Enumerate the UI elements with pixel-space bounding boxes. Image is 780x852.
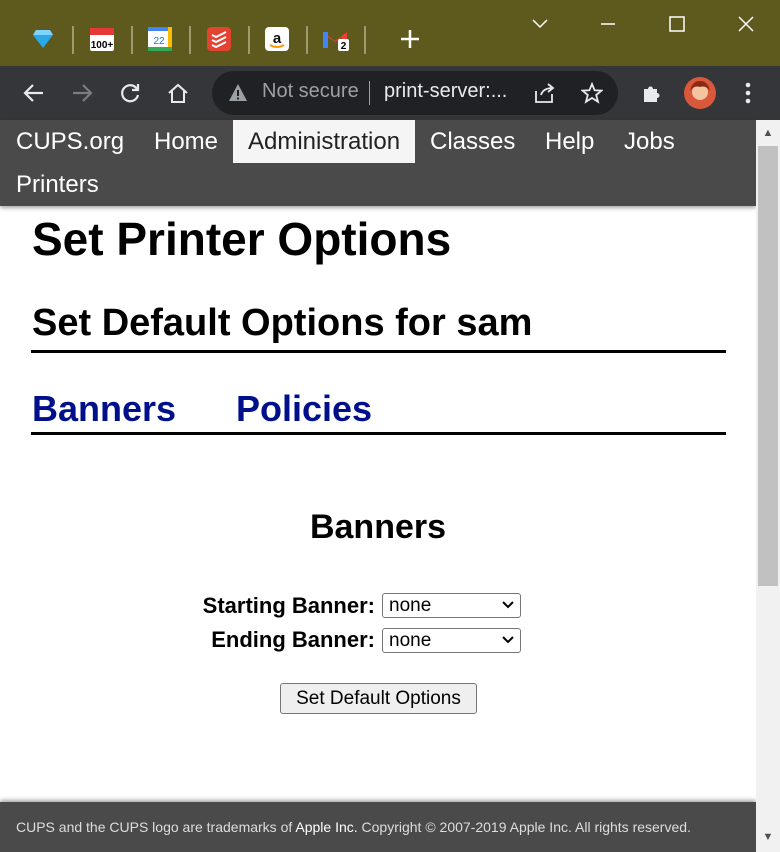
tab-separator: [189, 26, 191, 54]
security-status-label[interactable]: Not secure: [262, 80, 359, 103]
close-icon: [738, 16, 754, 32]
nav-printers[interactable]: Printers: [16, 163, 99, 206]
url-text[interactable]: print-server:...: [384, 80, 514, 103]
gmail-tab[interactable]: 2: [321, 25, 349, 53]
scrollbar-thumb[interactable]: [758, 146, 778, 586]
diamond-favicon-tab[interactable]: [29, 25, 57, 53]
chevron-down-icon: [532, 19, 548, 29]
set-default-options-button[interactable]: Set Default Options: [280, 683, 477, 714]
arrow-left-icon: [23, 84, 43, 102]
ending-banner-label: Ending Banner:: [211, 627, 375, 652]
tab-banners[interactable]: Banners: [32, 388, 176, 430]
calendar-100-tab[interactable]: 100+: [88, 25, 116, 53]
footer-copyright: Copyright © 2007-2019 Apple Inc. All rig…: [361, 819, 691, 835]
reload-button[interactable]: [112, 75, 148, 111]
page-title: Set Printer Options: [32, 213, 452, 265]
section-title: Banners: [309, 508, 447, 546]
tab-policies[interactable]: Policies: [236, 388, 372, 430]
nav-classes[interactable]: Classes: [430, 120, 515, 163]
scroll-down-arrow-icon[interactable]: ▼: [760, 831, 776, 845]
omnibox-divider: [369, 81, 370, 105]
footer-text: CUPS and the CUPS logo are trademarks of…: [16, 819, 691, 835]
tab-separator: [72, 26, 74, 54]
more-vert-icon: [745, 82, 751, 104]
nav-help[interactable]: Help: [545, 120, 594, 163]
tab-separator: [131, 26, 133, 54]
footer-company: Apple Inc.: [295, 819, 358, 835]
footer-prefix: CUPS and the CUPS logo are trademarks of: [16, 819, 293, 835]
google-calendar-tab[interactable]: 22: [146, 25, 174, 53]
amazon-icon: a: [265, 27, 289, 51]
gmail-icon: 2: [323, 32, 349, 52]
reload-icon: [121, 84, 140, 103]
google-calendar-icon: 22: [148, 27, 172, 51]
cups-nav-bar: CUPS.org Home Administration Classes Hel…: [0, 120, 756, 206]
calendar-100-icon: 100+: [90, 28, 114, 51]
browser-menu-button[interactable]: [730, 75, 766, 111]
profile-button[interactable]: [682, 75, 718, 111]
chevron-down-icon: [502, 601, 514, 609]
close-window-button[interactable]: [726, 8, 766, 40]
nav-jobs[interactable]: Jobs: [624, 120, 675, 163]
home-icon: [168, 83, 188, 103]
forward-button[interactable]: [64, 75, 100, 111]
star-icon: [581, 82, 603, 104]
back-button[interactable]: [16, 75, 52, 111]
page-footer: CUPS and the CUPS logo are trademarks of…: [0, 802, 756, 852]
nav-administration[interactable]: Administration: [233, 120, 416, 163]
starting-banner-label: Starting Banner:: [202, 593, 375, 618]
arrow-right-icon: [73, 84, 93, 102]
minimize-icon: [601, 23, 615, 25]
todoist-icon: [207, 27, 231, 51]
todoist-tab[interactable]: [205, 25, 233, 53]
tab-badge: a: [273, 30, 282, 47]
home-button[interactable]: [160, 75, 196, 111]
tab-search-button[interactable]: [520, 8, 560, 40]
subtitle-rule: [31, 350, 726, 353]
ending-banner-value: none: [389, 630, 432, 651]
tabs-rule: [31, 432, 726, 435]
bookmark-button[interactable]: [574, 75, 610, 111]
amazon-tab[interactable]: a: [263, 25, 291, 53]
chevron-down-icon: [502, 636, 514, 644]
starting-banner-value: none: [389, 595, 432, 616]
tab-separator: [364, 26, 366, 54]
starting-banner-select[interactable]: none: [382, 593, 521, 618]
maximize-button[interactable]: [657, 8, 697, 40]
puzzle-icon: [644, 86, 660, 102]
browser-tab-strip: 100+ 22 a 2: [0, 0, 780, 66]
minimize-button[interactable]: [588, 8, 628, 40]
nav-home[interactable]: Home: [154, 120, 218, 163]
share-icon: [535, 83, 555, 103]
page-subtitle: Set Default Options for sam: [32, 302, 533, 344]
tab-badge: 22: [153, 36, 165, 47]
new-tab-button[interactable]: [396, 25, 424, 53]
plus-icon: [401, 30, 419, 48]
nav-cups-org[interactable]: CUPS.org: [16, 120, 124, 163]
tab-badge: 100+: [91, 40, 114, 51]
share-button[interactable]: [526, 75, 562, 111]
maximize-icon: [669, 16, 685, 32]
avatar: [684, 77, 716, 109]
extensions-button[interactable]: [634, 75, 670, 111]
tab-badge: 2: [341, 41, 347, 52]
tab-separator: [306, 26, 308, 54]
tab-separator: [248, 26, 250, 54]
diamond-icon: [33, 30, 53, 48]
warning-icon[interactable]: [228, 83, 248, 103]
scroll-up-arrow-icon[interactable]: ▲: [760, 127, 776, 141]
ending-banner-select[interactable]: none: [382, 628, 521, 653]
